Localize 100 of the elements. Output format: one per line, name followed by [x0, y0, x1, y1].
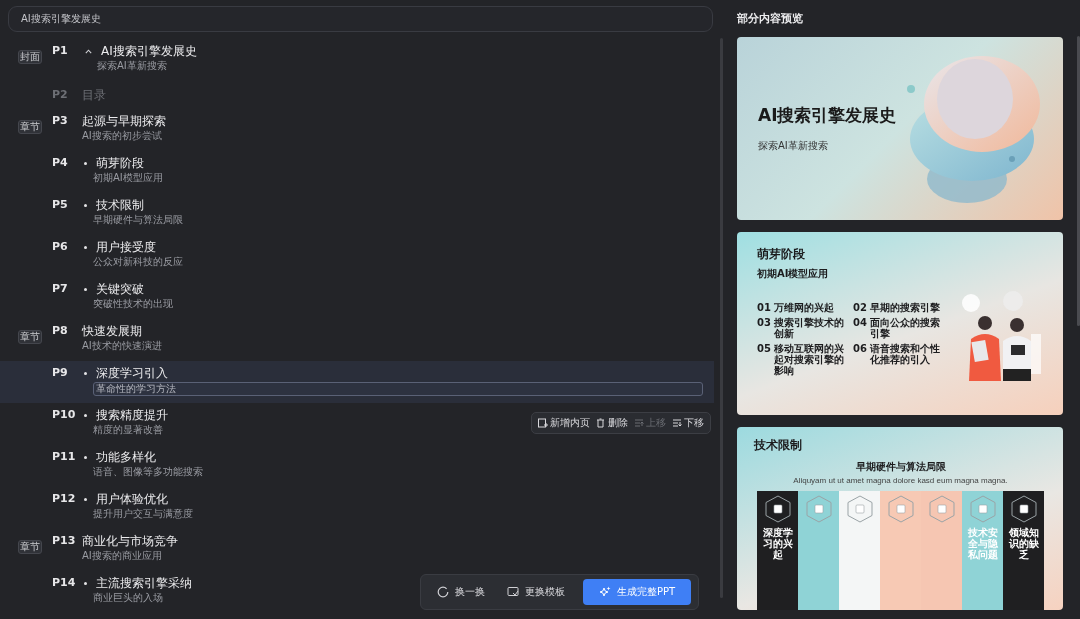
page-number: P11: [52, 450, 77, 464]
slide-title: 技术限制: [754, 437, 802, 454]
bullet-icon: [84, 371, 87, 375]
item-number: 01: [757, 302, 771, 313]
page-type-badge: 章节: [18, 540, 42, 554]
slide-subtitle: 早期硬件与算法局限: [855, 460, 946, 474]
item-number: 04: [853, 317, 867, 328]
item-number: 05: [757, 343, 771, 354]
add-page-icon: [538, 418, 548, 428]
slide-thumbnail[interactable]: AI搜索引擎发展史 探索AI革新搜索: [737, 37, 1063, 220]
title-field[interactable]: AI搜索引擎发展史: [8, 6, 713, 32]
generate-button[interactable]: 生成完整PPT: [583, 579, 692, 605]
chevron-up-icon: [85, 48, 92, 54]
slide-caption: Aliquyam ut ut amet magna dolore kasd eum magna magna.: [793, 476, 1008, 485]
outline-subtitle[interactable]: AI技术的快速演进: [82, 340, 162, 352]
page-number: P14: [52, 576, 77, 590]
slide-title: 萌芽阶段: [757, 246, 806, 263]
outline-subtitle[interactable]: 商业巨头的入场: [93, 592, 163, 604]
outline-subtitle[interactable]: 语音、图像等多功能搜索: [93, 466, 203, 478]
template-icon: [507, 586, 519, 598]
toolbar-button[interactable]: 下移: [672, 415, 704, 431]
outline-title[interactable]: 用户接受度: [96, 240, 156, 254]
page-number: P7: [52, 282, 69, 296]
outline-title[interactable]: 深度学习引入: [96, 366, 168, 380]
outline-subtitle[interactable]: 探索AI革新搜索: [97, 60, 167, 72]
sparkle-icon: [599, 586, 611, 598]
item-number: 03: [757, 317, 771, 328]
hexagon-icon: [846, 495, 873, 523]
outline-title[interactable]: 萌芽阶段: [96, 156, 144, 170]
subtitle-input[interactable]: 革命性的学习方法: [93, 382, 703, 396]
bullet-icon: [84, 581, 87, 585]
bullet-icon: [84, 455, 87, 459]
page-number: P6: [52, 240, 69, 254]
outline-subtitle[interactable]: 初期AI模型应用: [93, 172, 163, 184]
selected-outline-row[interactable]: P9 深度学习引入 革命性的学习方法: [0, 361, 714, 403]
page-type-badge: 章节: [18, 330, 42, 344]
bullet-icon: [84, 203, 87, 207]
outline-subtitle[interactable]: 精度的显著改善: [93, 424, 163, 436]
outline-title[interactable]: 起源与早期探索: [82, 114, 166, 128]
hexagon-icon: [764, 495, 791, 523]
bullet-icon: [84, 245, 87, 249]
item-title: 面向公众的搜索引擎: [869, 317, 941, 339]
outline-subtitle[interactable]: 公众对新科技的反应: [93, 256, 183, 268]
outline-title[interactable]: AI搜索引擎发展史: [101, 44, 197, 58]
item-number: 02: [853, 302, 867, 313]
item-title: 搜索引擎技术的创新: [773, 317, 845, 339]
action-button[interactable]: 换一换: [433, 579, 489, 605]
item-title: 早期的搜索引擎: [869, 302, 940, 313]
page-number: P10: [52, 408, 77, 422]
outline-title[interactable]: 搜索精度提升: [96, 408, 168, 422]
bullet-icon: [84, 161, 87, 165]
page-number: P5: [52, 198, 69, 212]
outline-title[interactable]: 用户体验优化: [96, 492, 168, 506]
slide-title: AI搜索引擎发展史: [758, 104, 897, 127]
scrollbar[interactable]: [1077, 36, 1080, 326]
page-number: P2: [52, 88, 69, 102]
toolbar-button[interactable]: 新增内页: [538, 415, 590, 431]
preview-heading: 部分内容预览: [737, 11, 804, 26]
column-title: 技术安全与隐私问题: [966, 527, 999, 560]
toolbar-button[interactable]: 删除: [596, 415, 628, 431]
page-number: P13: [52, 534, 77, 548]
action-button[interactable]: 更换模板: [503, 579, 569, 605]
page-number: P12: [52, 492, 77, 506]
hexagon-icon: [928, 495, 955, 523]
outline-title[interactable]: 功能多样化: [96, 450, 156, 464]
bullet-icon: [84, 413, 87, 417]
outline-title[interactable]: 商业化与市场竞争: [82, 534, 178, 548]
hexagon-icon: [969, 495, 996, 523]
column-title: 领域知识的缺乏: [1007, 527, 1040, 560]
item-number: 06: [853, 343, 867, 354]
move-down-icon: [672, 418, 682, 428]
page-number: P1: [52, 44, 69, 58]
outline-subtitle[interactable]: 突破性技术的出现: [93, 298, 173, 310]
page-type-badge: 章节: [18, 120, 42, 134]
bullet-icon: [84, 497, 87, 501]
page-number: P8: [52, 324, 69, 338]
page-number: P9: [52, 366, 69, 380]
outline-title[interactable]: 快速发展期: [82, 324, 142, 338]
slide-subtitle: 探索AI革新搜索: [758, 139, 829, 153]
page-type-badge: 封面: [18, 50, 42, 64]
item-title: 语音搜索和个性化推荐的引入: [869, 343, 941, 365]
hexagon-icon: [887, 495, 914, 523]
slide-subtitle: 初期AI模型应用: [757, 267, 830, 281]
trash-icon: [596, 418, 606, 428]
outline-title[interactable]: 关键突破: [96, 282, 144, 296]
hexagon-icon: [805, 495, 832, 523]
slide-thumbnail[interactable]: 技术限制 早期硬件与算法局限 Aliquyam ut ut amet magna dolore kasd eum magna magna. 深度学习的兴起 技术安全与隐私问题 领域知识的缺乏: [737, 427, 1063, 610]
item-title: 移动互联网的兴起对搜索引擎的影响: [773, 343, 845, 376]
outline-subtitle[interactable]: AI搜索的商业应用: [82, 550, 162, 562]
outline-subtitle[interactable]: AI搜索的初步尝试: [82, 130, 162, 142]
outline-subtitle[interactable]: 早期硬件与算法局限: [93, 214, 183, 226]
move-up-icon: [634, 418, 644, 428]
page-number: P4: [52, 156, 69, 170]
item-title: 万维网的兴起: [773, 302, 834, 313]
outline-title[interactable]: 主流搜索引擎采纳: [96, 576, 192, 590]
page-number: P3: [52, 114, 69, 128]
outline-title[interactable]: 技术限制: [96, 198, 144, 212]
outline-subtitle[interactable]: 提升用户交互与满意度: [93, 508, 193, 520]
slide-thumbnail[interactable]: 萌芽阶段 初期AI模型应用 01 万维网的兴起 02 早期的搜索引擎 03 搜索引擎技术的创新 04 面向公众的搜索引擎 05 移动互联网的兴起对搜索引擎的影响 06 语音搜索和个性化推荐的引入: [737, 232, 1063, 415]
column-title: 深度学习的兴起: [761, 527, 794, 560]
